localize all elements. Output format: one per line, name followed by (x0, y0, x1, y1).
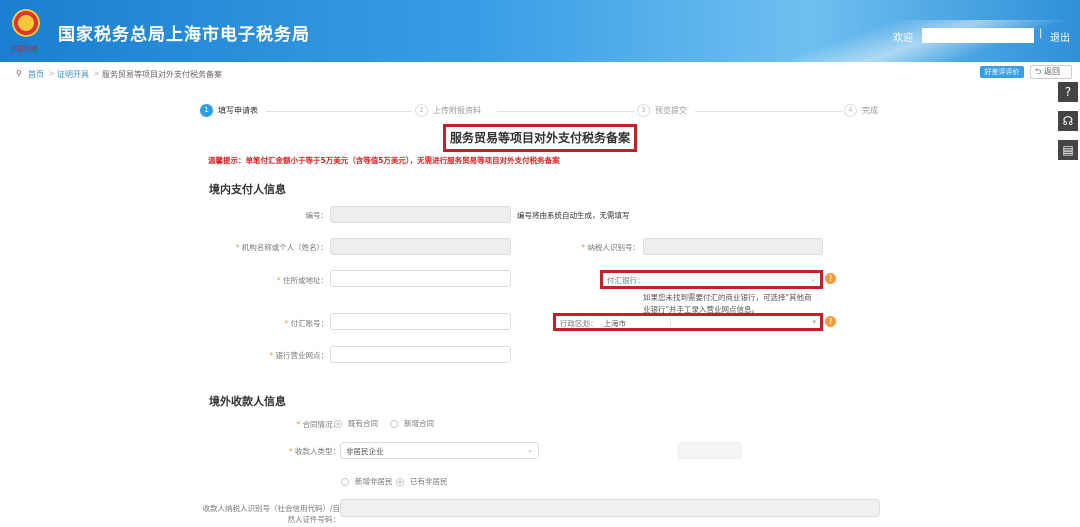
step-label: 上传附报资料 (433, 106, 481, 115)
breadcrumb-sep: > (48, 69, 55, 78)
branch-input[interactable] (330, 346, 511, 363)
region-select[interactable]: 行政区划： 上海市 ▾ (553, 313, 823, 331)
evaluate-button[interactable]: 好差评评价 (980, 66, 1024, 78)
back-label: 返回 (1043, 67, 1060, 76)
chevron-down-icon: ⌄ (527, 446, 533, 454)
step-2: 2 上传附报资料 (415, 104, 481, 117)
number-note: 编号将由系统自动生成，无需填写 (517, 211, 630, 220)
breadcrumb-current: 服务贸易等项目对外支付税务备案 (102, 70, 222, 79)
back-arrow-icon: ⮌ (1035, 67, 1042, 76)
username-display (922, 28, 1034, 43)
payee-type-select[interactable]: 非居民企业 ⌄ (340, 442, 539, 459)
contract-existing-radio[interactable]: 既有合同 (334, 418, 378, 429)
payee-id-input (340, 499, 880, 517)
section-foreign-payee: 境外收款人信息 (209, 395, 286, 408)
address-input[interactable] (330, 270, 511, 287)
contract-label: * 合同情况： (296, 420, 340, 429)
breadcrumb-home[interactable]: 首页 (28, 69, 44, 80)
step-label: 填写申请表 (218, 106, 258, 115)
step-1: 1 填写申请表 (200, 104, 258, 117)
help-icon[interactable]: ? (1058, 82, 1078, 102)
step-connector (497, 111, 635, 112)
taxid-input (643, 238, 823, 255)
breadcrumb-certificate[interactable]: 证明开具 (57, 69, 89, 80)
number-label: 编号： (305, 211, 329, 220)
existing-nonresident-radio[interactable]: 已有非居民 (396, 476, 448, 487)
location-pin-icon: ⚲ (16, 69, 22, 78)
account-label: * 付汇账号： (284, 319, 328, 328)
headset-icon[interactable]: ☊ (1058, 111, 1078, 131)
address-label: * 住所或地址： (276, 276, 328, 285)
section-domestic-payer: 境内支付人信息 (209, 183, 286, 196)
disabled-button (678, 442, 742, 459)
breadcrumb-sep: > (93, 69, 100, 78)
contract-new-radio[interactable]: 新增合同 (390, 418, 434, 429)
step-connector (695, 111, 843, 112)
payee-id-label: 收款人纳税人识别号（社会信用代码）/自然人证件号码： (202, 504, 340, 524)
region-help-icon[interactable]: ? (825, 316, 836, 327)
region-label: 行政区划： (560, 319, 598, 328)
chevron-down-icon: ▾ (812, 318, 816, 326)
back-button[interactable]: ⮌ 返回 (1030, 65, 1072, 79)
tax-emblem-logo (12, 9, 40, 37)
step-4: 4 完成 (844, 104, 878, 117)
step-connector (266, 111, 412, 112)
header-separator: | (1039, 28, 1043, 39)
chevron-down-icon: ⌄ (810, 275, 816, 283)
region-value[interactable]: 上海市 (604, 318, 664, 328)
step-number: 2 (415, 104, 428, 117)
bank-help-icon[interactable]: ? (825, 273, 836, 284)
manual-icon[interactable]: ▤ (1058, 140, 1078, 160)
step-label: 预览提交 (655, 106, 687, 115)
bank-label: 付汇银行： (607, 276, 645, 285)
number-input (330, 206, 511, 223)
payee-type-label: * 收款人类型： (288, 447, 340, 456)
new-nonresident-radio[interactable]: 新增非居民 (341, 476, 393, 487)
step-label: 完成 (862, 106, 878, 115)
branch-label: * 银行营业网点： (269, 351, 328, 360)
taxid-label: * 纳税人识别号： (581, 243, 640, 252)
form-title: 服务贸易等项目对外支付税务备案 (443, 124, 637, 152)
name-label: * 机构名称或个人（姓名）： (235, 243, 328, 252)
name-input (330, 238, 511, 255)
logout-link[interactable]: 退出 (1050, 29, 1070, 44)
seal-text: 中国税务 (10, 45, 38, 53)
site-title: 国家税务总局上海市电子税务局 (58, 25, 310, 45)
bank-select[interactable]: 付汇银行： ⌄ (600, 270, 823, 289)
warning-text: 温馨提示：单笔付汇金额小于等于5万美元（含等值5万美元），无需进行服务贸易等项目… (208, 156, 560, 165)
step-number: 3 (637, 104, 650, 117)
account-input[interactable] (330, 313, 511, 330)
welcome-label: 欢迎 (893, 33, 913, 44)
step-3: 3 预览提交 (637, 104, 687, 117)
step-number: 1 (200, 104, 213, 117)
step-number: 4 (844, 104, 857, 117)
